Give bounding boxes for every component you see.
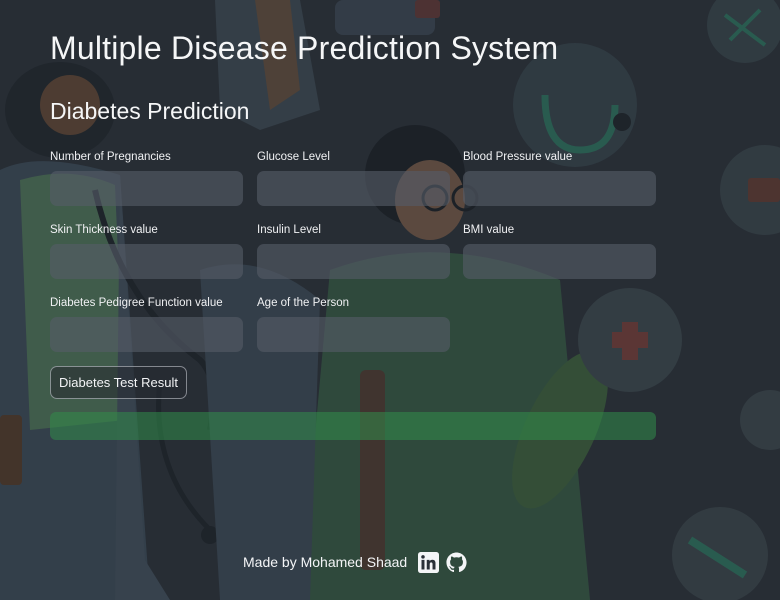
- age-input[interactable]: [257, 317, 450, 352]
- field-label: Diabetes Pedigree Function value: [50, 297, 223, 309]
- main-content: Multiple Disease Prediction System Diabe…: [0, 0, 780, 600]
- section-title: Diabetes Prediction: [50, 98, 250, 124]
- field-blood-pressure: Blood Pressure value: [463, 150, 656, 206]
- pregnancies-input[interactable]: [50, 171, 243, 206]
- insulin-input[interactable]: [257, 244, 450, 279]
- field-label: Insulin Level: [257, 224, 321, 236]
- field-glucose: Glucose Level: [257, 150, 450, 206]
- field-bmi: BMI value: [463, 223, 656, 279]
- diabetes-test-result-button[interactable]: Diabetes Test Result: [50, 366, 187, 399]
- linkedin-icon[interactable]: [417, 551, 439, 573]
- field-label: Number of Pregnancies: [50, 151, 171, 163]
- field-label: Blood Pressure value: [463, 151, 573, 163]
- app-title: Multiple Disease Prediction System: [50, 30, 559, 66]
- bmi-input[interactable]: [463, 244, 656, 279]
- footer-credit: Made by Mohamed Shaad: [243, 554, 408, 570]
- field-skin-thickness: Skin Thickness value: [50, 223, 243, 279]
- result-success-banner: [50, 412, 656, 440]
- field-label: BMI value: [463, 224, 515, 236]
- github-icon[interactable]: [445, 551, 467, 573]
- field-label: Age of the Person: [257, 297, 350, 309]
- glucose-input[interactable]: [257, 171, 450, 206]
- field-label: Skin Thickness value: [50, 224, 158, 236]
- blood-pressure-input[interactable]: [463, 171, 656, 206]
- footer: Made by Mohamed Shaad: [243, 549, 467, 575]
- field-label: Glucose Level: [257, 151, 330, 163]
- field-pregnancies: Number of Pregnancies: [50, 150, 243, 206]
- pedigree-input[interactable]: [50, 317, 243, 352]
- field-age: Age of the Person: [257, 296, 450, 352]
- skin-thickness-input[interactable]: [50, 244, 243, 279]
- field-insulin: Insulin Level: [257, 223, 450, 279]
- field-pedigree: Diabetes Pedigree Function value: [50, 296, 243, 352]
